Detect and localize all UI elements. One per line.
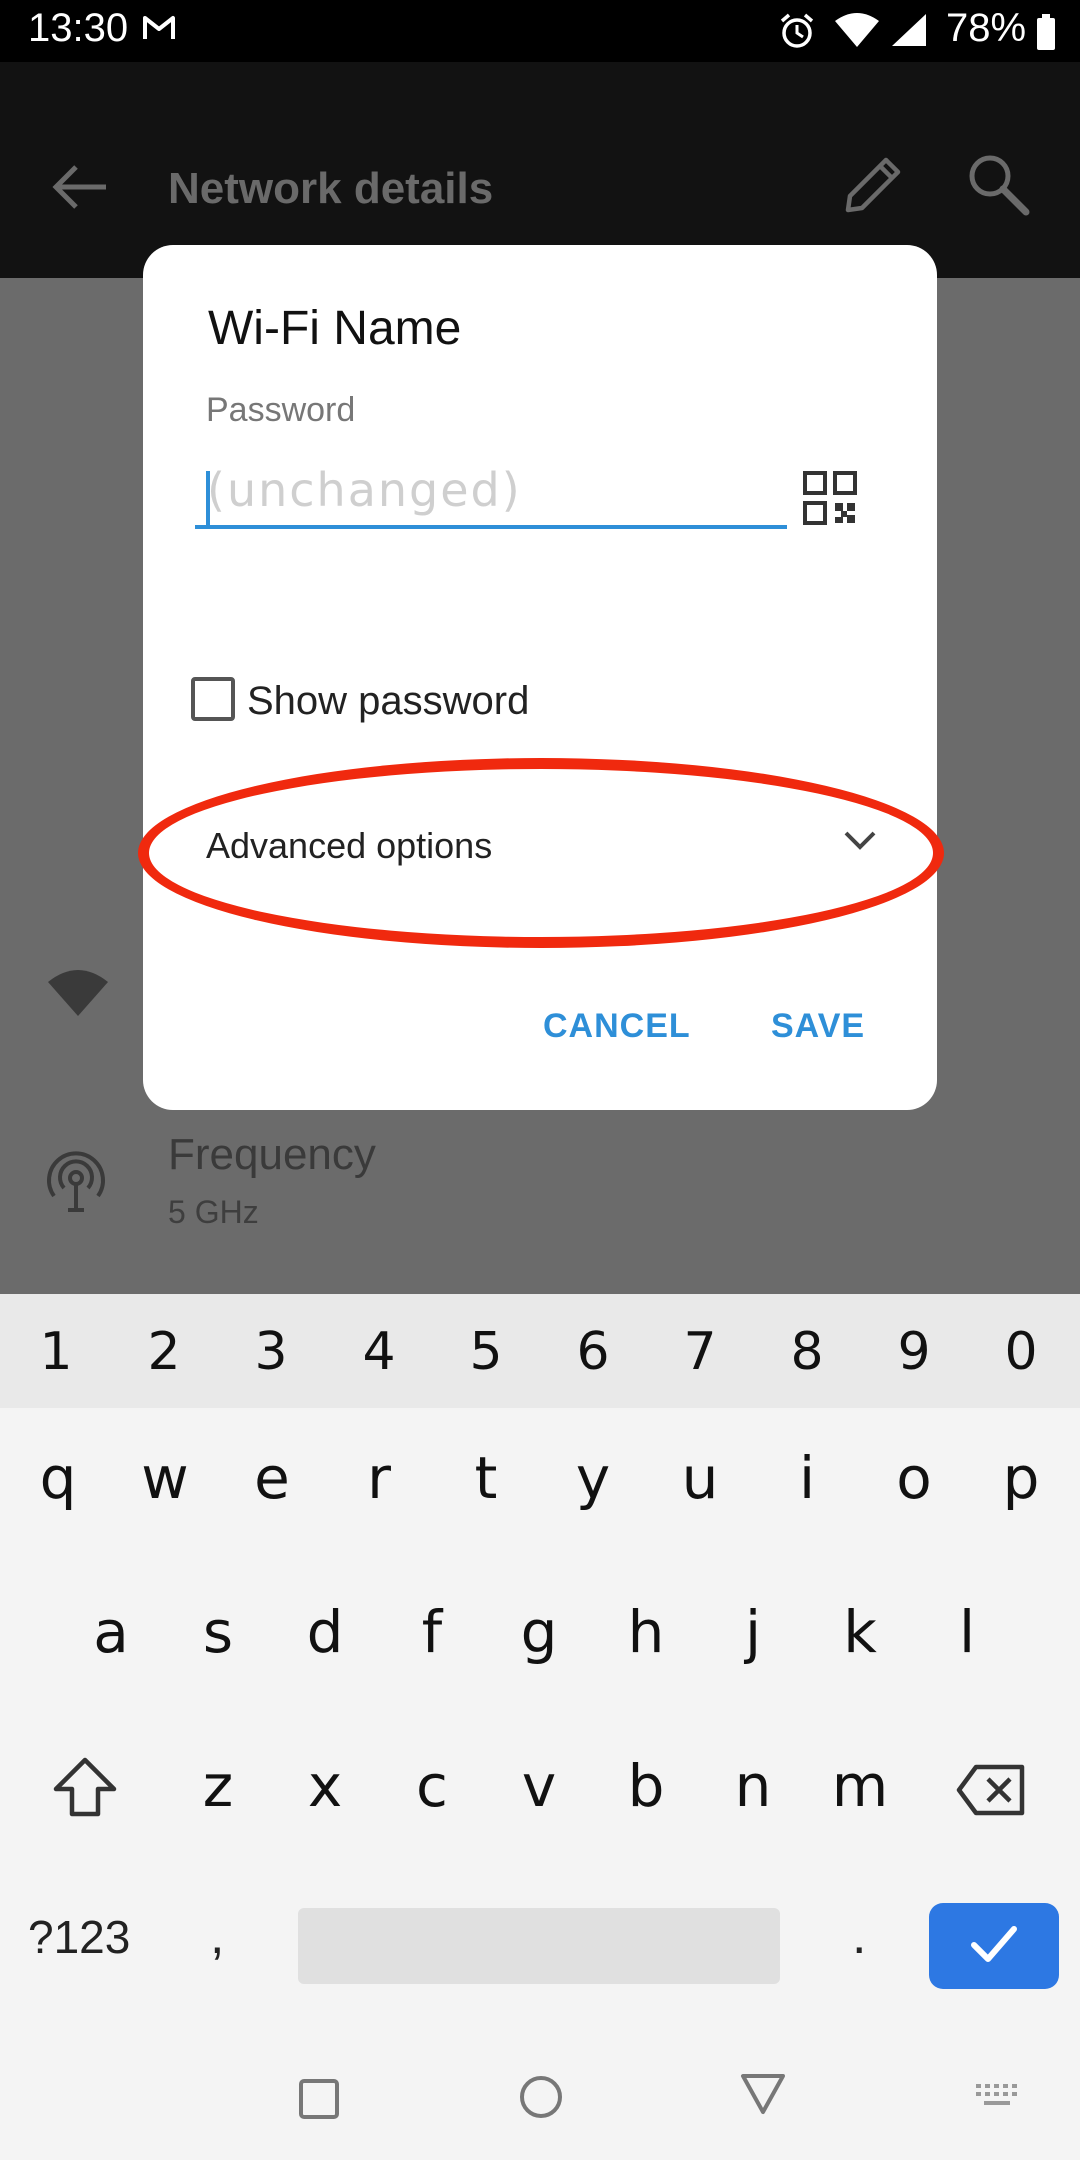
battery-percent: 78% [946, 6, 1027, 50]
key-u[interactable]: u [655, 1444, 745, 1512]
cancel-button[interactable]: CANCEL [543, 1007, 691, 1046]
password-label: Password [206, 391, 356, 429]
qr-code-icon[interactable] [803, 471, 857, 530]
key-j[interactable]: j [708, 1598, 798, 1666]
key-q[interactable]: q [13, 1444, 103, 1512]
wifi-password-dialog: Wi-Fi Name Password Show password Advanc… [143, 245, 937, 1110]
battery-icon [1036, 14, 1056, 55]
alarm-icon [778, 12, 816, 55]
status-time: 13:30 [28, 6, 129, 50]
key-k[interactable]: k [815, 1598, 905, 1666]
key-c[interactable]: c [387, 1752, 477, 1820]
key-p[interactable]: p [976, 1444, 1066, 1512]
key-5[interactable]: 5 [441, 1322, 531, 1382]
symbols-key[interactable]: ?123 [28, 1910, 130, 1964]
backspace-icon[interactable] [956, 1764, 1026, 1821]
key-l[interactable]: l [922, 1598, 1012, 1666]
period-key[interactable]: . [852, 1906, 866, 1966]
save-button[interactable]: SAVE [771, 1007, 865, 1046]
key-e[interactable]: e [227, 1444, 317, 1512]
page-title: Network details [168, 164, 494, 213]
enter-key[interactable] [929, 1903, 1059, 1989]
highlight-ellipse [138, 758, 944, 948]
search-icon[interactable] [966, 152, 1032, 223]
key-1[interactable]: 1 [11, 1322, 101, 1382]
key-6[interactable]: 6 [548, 1322, 638, 1382]
key-r[interactable]: r [334, 1444, 424, 1512]
back-arrow-icon[interactable] [50, 162, 110, 217]
home-icon[interactable] [518, 2074, 564, 2125]
key-3[interactable]: 3 [226, 1322, 316, 1382]
nav-back-icon[interactable] [740, 2072, 786, 2121]
signal-icon [890, 12, 928, 53]
wifi-signal-icon [46, 968, 110, 1023]
status-bar: 13:30 78% [0, 0, 1080, 62]
show-password-label[interactable]: Show password [247, 679, 529, 724]
key-i[interactable]: i [762, 1444, 852, 1512]
key-y[interactable]: y [548, 1444, 638, 1512]
key-f[interactable]: f [387, 1598, 477, 1666]
key-2[interactable]: 2 [119, 1322, 209, 1382]
key-a[interactable]: a [66, 1598, 156, 1666]
key-z[interactable]: z [173, 1752, 263, 1820]
shift-icon[interactable] [52, 1756, 118, 1823]
key-7[interactable]: 7 [655, 1322, 745, 1382]
space-bar[interactable] [298, 1908, 780, 1984]
number-row: 1 2 3 4 5 6 7 8 9 0 [0, 1294, 1080, 1408]
frequency-title: Frequency [168, 1130, 376, 1179]
pencil-icon[interactable] [840, 152, 906, 223]
key-v[interactable]: v [494, 1752, 584, 1820]
key-s[interactable]: s [173, 1598, 263, 1666]
key-t[interactable]: t [441, 1444, 531, 1512]
dialog-title: Wi-Fi Name [208, 302, 462, 355]
key-m[interactable]: m [815, 1752, 905, 1820]
key-8[interactable]: 8 [762, 1322, 852, 1382]
key-d[interactable]: d [280, 1598, 370, 1666]
recent-apps-icon[interactable] [298, 2078, 340, 2125]
text-cursor [206, 471, 210, 529]
key-h[interactable]: h [601, 1598, 691, 1666]
frequency-value: 5 GHz [168, 1194, 259, 1230]
gmail-icon [142, 14, 176, 47]
key-x[interactable]: x [280, 1752, 370, 1820]
keyboard-hide-icon[interactable] [976, 2084, 1018, 2115]
key-g[interactable]: g [494, 1598, 584, 1666]
soft-keyboard: 1 2 3 4 5 6 7 8 9 0 q w e r t y u i o p … [0, 1294, 1080, 2160]
key-9[interactable]: 9 [869, 1322, 959, 1382]
key-b[interactable]: b [601, 1752, 691, 1820]
antenna-icon [44, 1148, 108, 1217]
comma-key[interactable]: , [210, 1906, 224, 1966]
show-password-checkbox[interactable] [191, 677, 235, 721]
key-4[interactable]: 4 [334, 1322, 424, 1382]
wifi-icon [834, 12, 880, 53]
checkmark-icon [971, 1926, 1017, 1962]
key-0[interactable]: 0 [976, 1322, 1066, 1382]
key-w[interactable]: w [120, 1444, 210, 1512]
password-input[interactable] [195, 455, 787, 529]
key-o[interactable]: o [869, 1444, 959, 1512]
key-n[interactable]: n [708, 1752, 798, 1820]
